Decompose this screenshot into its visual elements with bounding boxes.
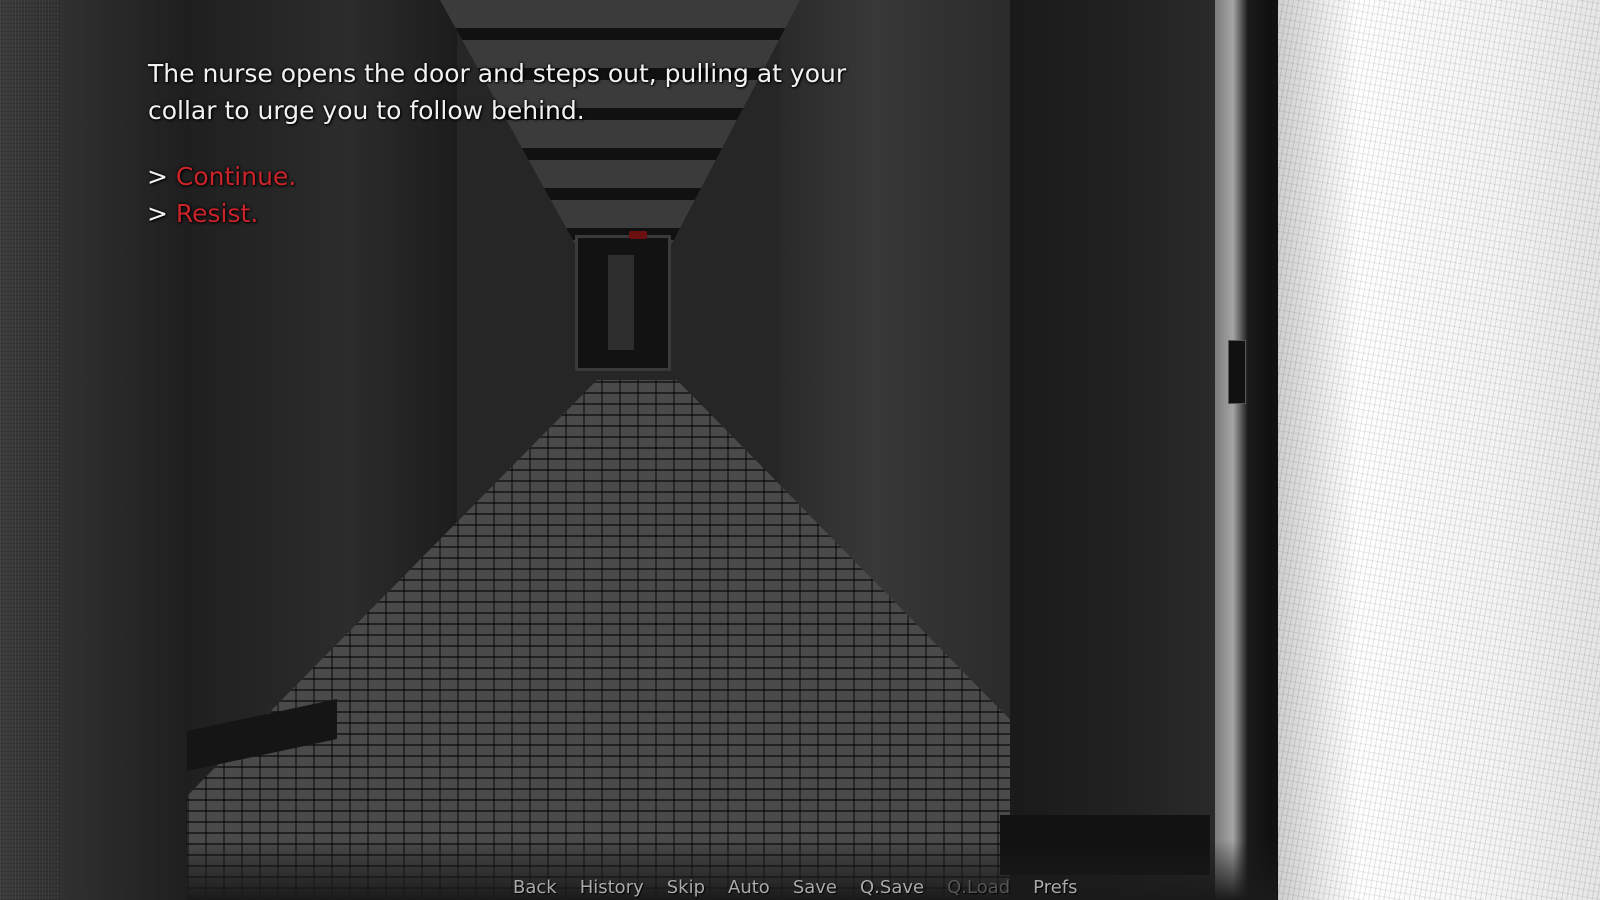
prefs-button[interactable]: Prefs — [1033, 877, 1077, 898]
open-door-panel — [1010, 0, 1215, 900]
choice-menu: > Continue. > Resist. — [147, 158, 296, 232]
bright-outside-light — [1278, 0, 1600, 900]
far-door — [608, 255, 634, 350]
quick-save-button[interactable]: Q.Save — [860, 877, 924, 898]
exit-sign — [629, 231, 647, 239]
quick-menu-bar: Back History Skip Auto Save Q.Save Q.Loa… — [513, 874, 1101, 900]
door-frame — [1215, 0, 1275, 900]
auto-button[interactable]: Auto — [728, 877, 770, 898]
history-button[interactable]: History — [580, 877, 644, 898]
choice-prefix: > — [147, 162, 168, 191]
door-handle — [1228, 340, 1246, 404]
choice-prefix: > — [147, 199, 168, 228]
quick-load-button[interactable]: Q.Load — [947, 877, 1010, 898]
choice-continue[interactable]: > Continue. — [147, 158, 296, 195]
skip-button[interactable]: Skip — [667, 877, 705, 898]
choice-label[interactable]: Resist. — [176, 199, 258, 228]
hallway-background — [0, 0, 1600, 900]
choice-resist[interactable]: > Resist. — [147, 195, 296, 232]
game-screen[interactable]: The nurse opens the door and steps out, … — [0, 0, 1600, 900]
choice-label[interactable]: Continue. — [176, 162, 296, 191]
narration-text: The nurse opens the door and steps out, … — [148, 59, 847, 125]
save-button[interactable]: Save — [793, 877, 837, 898]
back-button[interactable]: Back — [513, 877, 557, 898]
quick-menu: Back History Skip Auto Save Q.Save Q.Loa… — [0, 874, 1600, 900]
left-noise-texture — [0, 0, 60, 900]
